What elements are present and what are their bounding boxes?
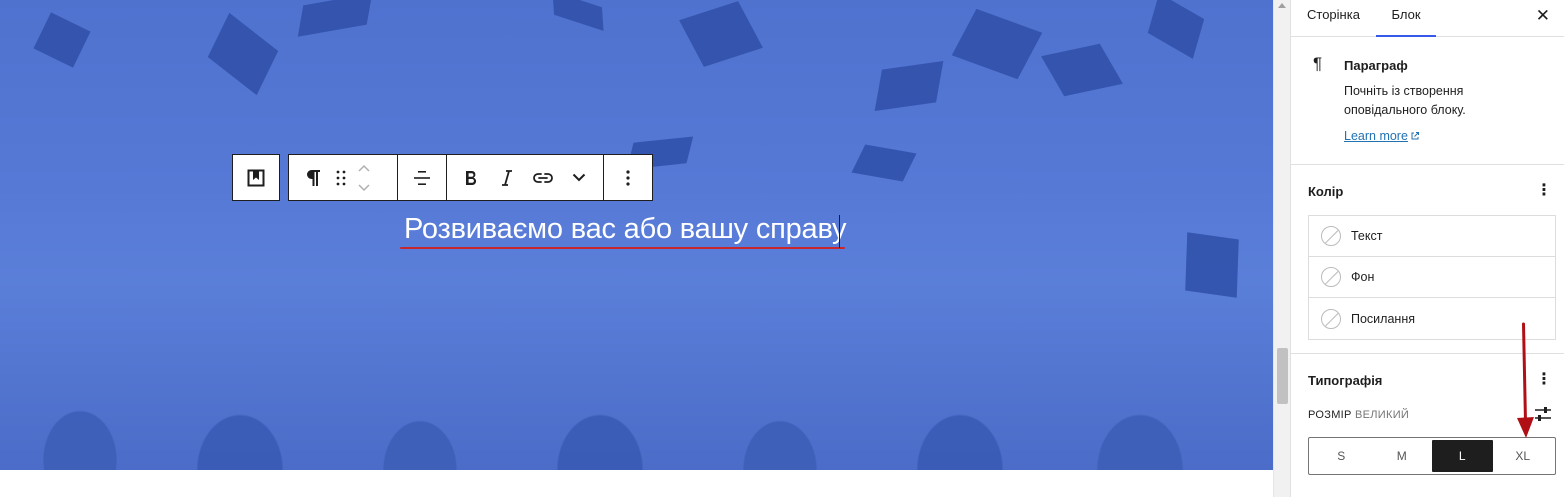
divider bbox=[1291, 164, 1564, 165]
select-parent-block-button[interactable] bbox=[232, 154, 280, 201]
font-size-label: Розмір Великий bbox=[1308, 409, 1409, 421]
sidebar-tabs: Сторінка Блок ✕ bbox=[1291, 0, 1564, 37]
block-movers bbox=[351, 160, 377, 196]
close-icon[interactable]: ✕ bbox=[1536, 6, 1550, 26]
pilcrow-icon: ¶ bbox=[1313, 54, 1323, 73]
block-switcher-group bbox=[289, 155, 398, 200]
font-size-picker: S M L XL bbox=[1308, 437, 1556, 475]
font-size-option-s[interactable]: S bbox=[1311, 440, 1372, 472]
chevron-down-icon[interactable] bbox=[358, 179, 370, 197]
custom-size-settings-icon[interactable] bbox=[1534, 406, 1552, 427]
pilcrow-icon[interactable] bbox=[295, 160, 331, 196]
block-card-description: Почніть із створення оповідального блоку… bbox=[1344, 84, 1466, 117]
chevron-down-icon[interactable] bbox=[561, 160, 597, 196]
graduation-cap-shape bbox=[552, 0, 604, 31]
options-group bbox=[604, 155, 652, 200]
canvas-scrollbar[interactable] bbox=[1273, 0, 1290, 497]
spellcheck-underline bbox=[400, 247, 845, 249]
learn-more-label: Learn more bbox=[1344, 129, 1408, 143]
color-item-text[interactable]: Текст bbox=[1309, 216, 1555, 257]
link-icon[interactable] bbox=[525, 160, 561, 196]
tab-block[interactable]: Блок bbox=[1376, 0, 1436, 37]
graduation-cap-shape bbox=[851, 144, 917, 182]
editor-canvas: Розвиваємо вас або вашу справу bbox=[0, 0, 1273, 497]
font-size-label-text: Розмір bbox=[1308, 409, 1352, 421]
more-vertical-icon[interactable] bbox=[610, 160, 646, 196]
scrollbar-thumb[interactable] bbox=[1277, 348, 1288, 404]
chevron-up-icon[interactable] bbox=[358, 159, 370, 177]
empty-swatch-icon bbox=[1321, 226, 1341, 246]
drag-handle-icon[interactable] bbox=[331, 160, 351, 196]
italic-icon[interactable] bbox=[489, 160, 525, 196]
graduates-crowd-silhouette bbox=[0, 320, 1273, 470]
external-link-icon bbox=[1411, 132, 1419, 140]
block-card-title: Параграф bbox=[1344, 58, 1408, 73]
paragraph-block-text[interactable]: Розвиваємо вас або вашу справу bbox=[404, 213, 847, 246]
graduation-cap-shape bbox=[679, 1, 763, 67]
empty-swatch-icon bbox=[1321, 267, 1341, 287]
bookmark-block-icon bbox=[238, 160, 274, 196]
graduation-cap-shape bbox=[951, 8, 1043, 80]
graduation-cap-shape bbox=[33, 12, 91, 68]
text-caret bbox=[839, 215, 840, 248]
graduation-cap-shape bbox=[207, 12, 279, 96]
block-toolbar bbox=[288, 154, 653, 201]
align-group bbox=[398, 155, 447, 200]
format-group bbox=[447, 155, 604, 200]
typography-panel-options-icon[interactable]: ⋮ bbox=[1536, 369, 1552, 389]
color-panel-title[interactable]: Колір bbox=[1308, 184, 1343, 199]
learn-more-link[interactable]: Learn more bbox=[1344, 129, 1420, 143]
typography-panel-title[interactable]: Типографія bbox=[1308, 373, 1382, 388]
font-size-option-xl[interactable]: XL bbox=[1493, 440, 1554, 472]
color-item-label: Фон bbox=[1351, 270, 1375, 284]
align-center-icon[interactable] bbox=[404, 160, 440, 196]
tab-page[interactable]: Сторінка bbox=[1307, 0, 1360, 37]
graduation-cap-shape bbox=[1041, 43, 1123, 97]
graduation-cap-shape bbox=[1147, 0, 1205, 59]
font-size-option-m[interactable]: M bbox=[1372, 440, 1433, 472]
bold-icon[interactable] bbox=[453, 160, 489, 196]
scroll-up-arrow-icon[interactable] bbox=[1278, 3, 1286, 8]
color-item-label: Посилання bbox=[1351, 311, 1415, 326]
empty-swatch-icon bbox=[1321, 308, 1341, 329]
graduation-cap-shape bbox=[874, 60, 944, 112]
graduation-cap-shape bbox=[1185, 232, 1239, 298]
color-panel-options-icon[interactable]: ⋮ bbox=[1536, 180, 1552, 200]
font-size-value: Великий bbox=[1355, 409, 1410, 421]
annotation-arrow-icon bbox=[1517, 322, 1534, 438]
graduation-cap-shape bbox=[297, 0, 373, 37]
color-item-background[interactable]: Фон bbox=[1309, 257, 1555, 298]
font-size-option-l[interactable]: L bbox=[1432, 440, 1493, 472]
color-item-label: Текст bbox=[1351, 229, 1383, 243]
